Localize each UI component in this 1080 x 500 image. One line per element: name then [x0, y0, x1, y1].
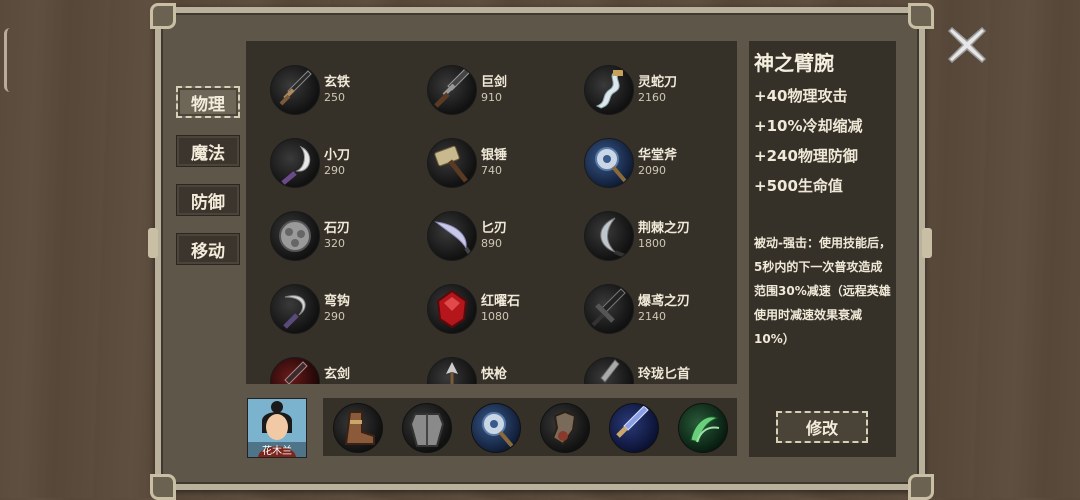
- dagger-blade-icon: [427, 211, 477, 261]
- close-icon[interactable]: [944, 22, 990, 68]
- item-price: 290: [324, 164, 345, 177]
- item-price: 890: [481, 237, 502, 250]
- dark-sword-icon: [270, 65, 320, 115]
- item-card[interactable]: 匕刃 890: [427, 211, 577, 265]
- item-card[interactable]: 灵蛇刀 2160: [584, 65, 734, 119]
- item-price: 290: [324, 310, 345, 323]
- boots-icon[interactable]: [333, 403, 383, 453]
- stone-blade-icon: [270, 211, 320, 261]
- item-name: 荆棘之刃: [638, 221, 691, 236]
- edit-button[interactable]: 修改: [776, 411, 868, 443]
- item-price: 250: [324, 91, 345, 104]
- item-card[interactable]: 玲珑匕首: [584, 357, 734, 384]
- tab-magic[interactable]: 魔法: [176, 135, 240, 167]
- item-name: 玄剑: [324, 367, 351, 382]
- ornate-axe-icon: [584, 138, 634, 188]
- item-passive-description: 被动-强击：使用技能后，5秒内的下一次普攻造成范围30%减速（远程英雄使用时减速…: [754, 236, 891, 345]
- jade-dagger-icon: [584, 357, 634, 384]
- item-detail-title: 神之臂腕: [754, 51, 834, 75]
- small-knife-icon: [270, 138, 320, 188]
- thorn-blade-icon: [584, 211, 634, 261]
- item-name: 玄铁: [324, 75, 351, 90]
- item-card[interactable]: 荆棘之刃 1800: [584, 211, 734, 265]
- blue-sword-icon[interactable]: [609, 403, 659, 453]
- item-stat: +500生命值: [754, 177, 843, 195]
- item-name: 小刀: [324, 148, 351, 163]
- item-stat: +10%冷却缩减: [754, 117, 863, 135]
- panel-corner-ornament: [150, 474, 176, 500]
- spear-icon: [427, 357, 477, 384]
- item-price: 320: [324, 237, 345, 250]
- panel-side-ornament: [148, 228, 158, 258]
- dark-blade-icon: [270, 357, 320, 384]
- tab-physical[interactable]: 物理: [176, 86, 240, 118]
- item-price: 2090: [638, 164, 666, 177]
- item-name: 灵蛇刀: [638, 75, 678, 90]
- item-name: 华堂斧: [638, 148, 678, 163]
- item-price: 1800: [638, 237, 666, 250]
- item-name: 快枪: [481, 367, 508, 382]
- tab-defense[interactable]: 防御: [176, 184, 240, 216]
- item-card[interactable]: 玄铁 250: [270, 65, 420, 119]
- item-card[interactable]: 巨剑 910: [427, 65, 577, 119]
- item-detail-panel: 神之臂腕 +40物理攻击 +10%冷却缩减 +240物理防御 +500生命值 被…: [749, 41, 896, 457]
- item-name: 巨剑: [481, 75, 508, 90]
- armor-icon[interactable]: [402, 403, 452, 453]
- item-price: 1080: [481, 310, 509, 323]
- item-name: 弯钩: [324, 294, 351, 309]
- green-claw-icon[interactable]: [678, 403, 728, 453]
- item-name: 银锤: [481, 148, 508, 163]
- item-price: 740: [481, 164, 502, 177]
- item-card[interactable]: 红曜石 1080: [427, 284, 577, 338]
- red-gem-icon: [427, 284, 477, 334]
- ornate-axe-icon[interactable]: [471, 403, 521, 453]
- item-price: 2160: [638, 91, 666, 104]
- silver-hammer-icon: [427, 138, 477, 188]
- item-card[interactable]: 爆鸢之刃 2140: [584, 284, 734, 338]
- panel-corner-ornament: [150, 3, 176, 29]
- greatsword-icon: [427, 65, 477, 115]
- item-price: 2140: [638, 310, 666, 323]
- item-card[interactable]: 小刀 290: [270, 138, 420, 192]
- panel-side-ornament: [922, 228, 932, 258]
- item-name: 玲珑匕首: [638, 367, 691, 382]
- panel-corner-ornament: [908, 474, 934, 500]
- item-price: 910: [481, 91, 502, 104]
- item-card[interactable]: 弯钩 290: [270, 284, 420, 338]
- gauntlet-icon[interactable]: [540, 403, 590, 453]
- item-card[interactable]: 石刃 320: [270, 211, 420, 265]
- item-card[interactable]: 银锤 740: [427, 138, 577, 192]
- tab-movement[interactable]: 移动: [176, 233, 240, 265]
- item-list[interactable]: 玄铁 250 巨剑 910 灵蛇刀 2160 小刀 290 银锤 740 华堂斧: [246, 41, 737, 384]
- equipment-bar: [323, 398, 737, 456]
- hook-icon: [270, 284, 320, 334]
- serpent-blade-icon: [584, 65, 634, 115]
- item-name: 红曜石: [481, 294, 521, 309]
- hero-name: 花木兰: [248, 442, 306, 457]
- hero-avatar[interactable]: 花木兰: [247, 398, 307, 458]
- item-card[interactable]: 华堂斧 2090: [584, 138, 734, 192]
- item-stat: +40物理攻击: [754, 87, 848, 105]
- item-card[interactable]: 玄剑: [270, 357, 420, 384]
- kite-blade-icon: [584, 284, 634, 334]
- item-card[interactable]: 快枪: [427, 357, 577, 384]
- screen-edge-mark: [4, 28, 11, 92]
- item-name: 匕刃: [481, 221, 508, 236]
- item-name: 石刃: [324, 221, 351, 236]
- item-stat: +240物理防御: [754, 147, 858, 165]
- item-name: 爆鸢之刃: [638, 294, 691, 309]
- panel-corner-ornament: [908, 3, 934, 29]
